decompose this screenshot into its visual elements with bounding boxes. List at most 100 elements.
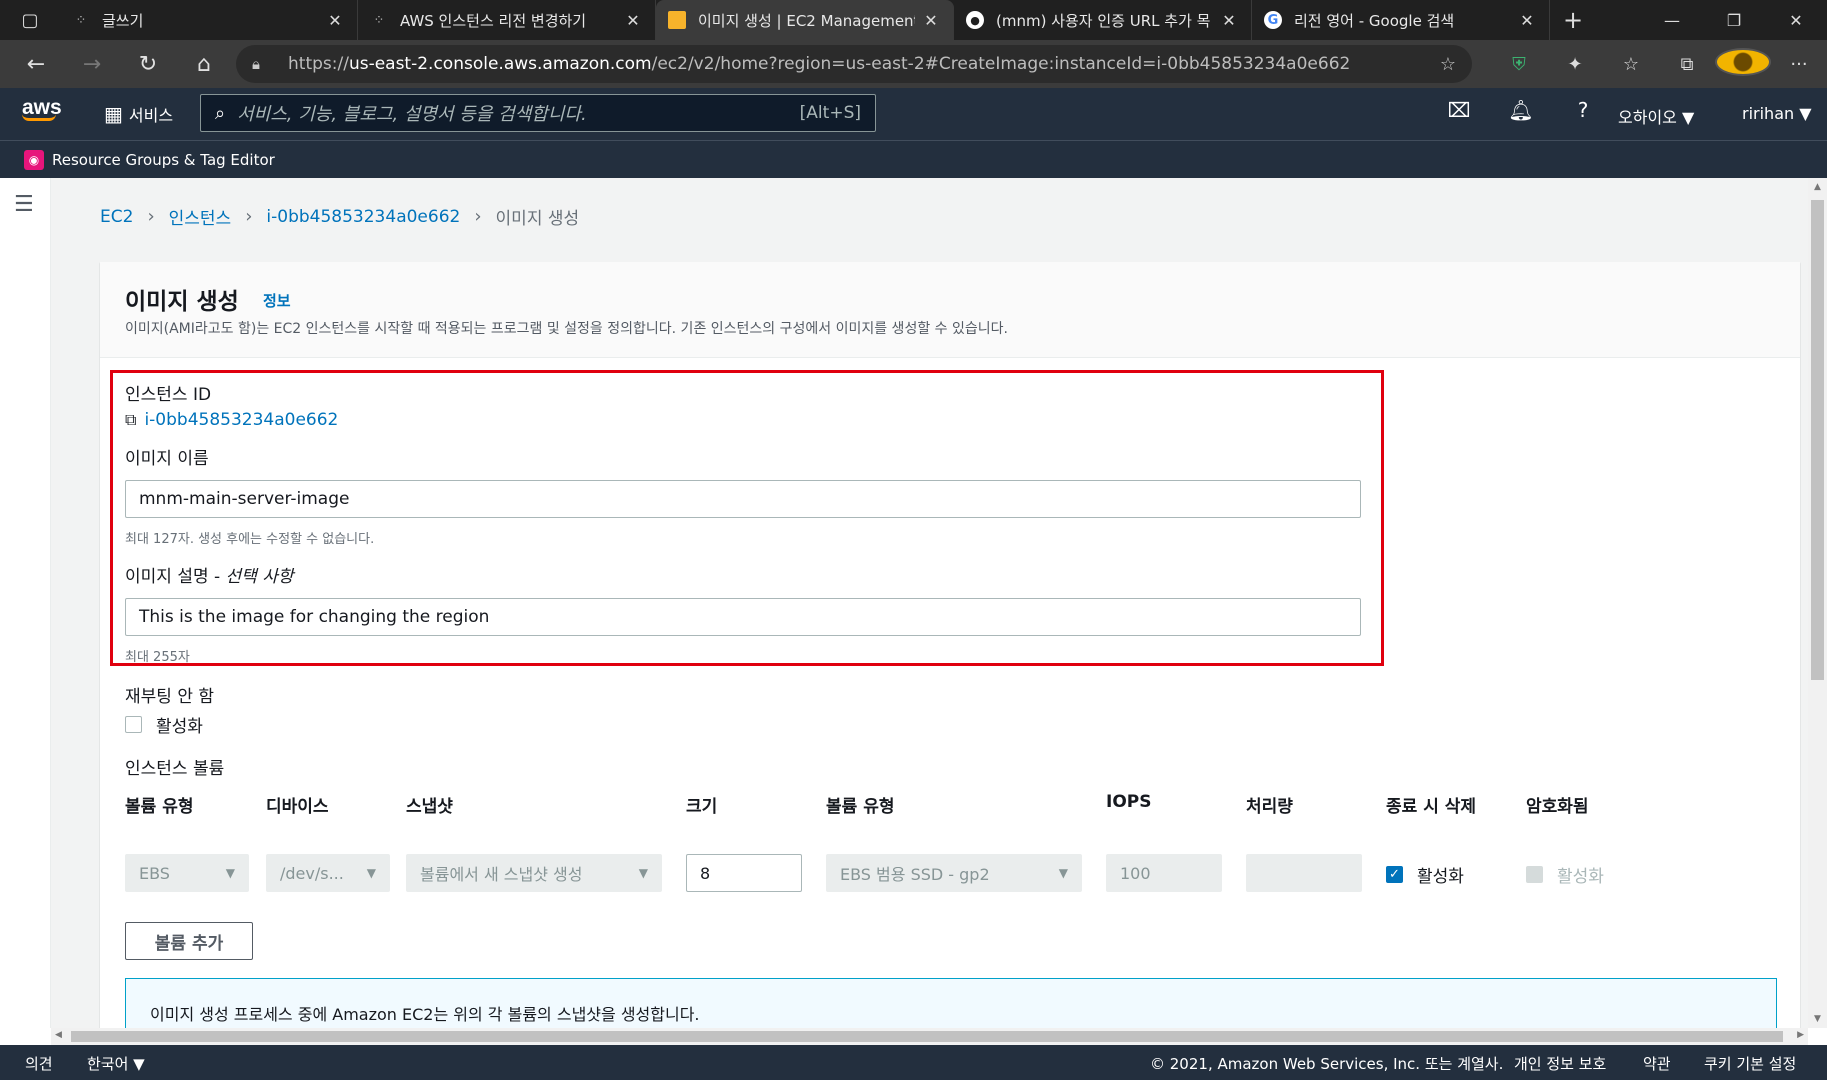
tab-title: 리전 영어 - Google 검색 <box>1294 11 1455 30</box>
breadcrumb-ec2[interactable]: EC2 <box>100 207 133 227</box>
close-tab-icon[interactable]: ✕ <box>921 11 941 30</box>
snapshot-value: 볼륨에서 새 스냅샷 생성 <box>420 865 583 884</box>
scroll-right-icon[interactable]: ▶ <box>1797 1030 1804 1040</box>
search-input[interactable]: ⌕ 서비스, 기능, 블로그, 설명서 등을 검색합니다. [Alt+S] <box>200 94 876 132</box>
extensions-icon[interactable]: ✦ <box>1547 54 1603 75</box>
browser-tab[interactable]: ● (mnm) 사용자 인증 URL 추가 목 ✕ <box>954 0 1252 40</box>
close-tab-icon[interactable]: ✕ <box>1219 11 1239 30</box>
create-image-panel: 이미지 생성 정보 이미지(AMI라고도 함)는 EC2 인스턴스를 시작할 때… <box>100 262 1800 1028</box>
iops-input[interactable]: 100 <box>1106 854 1222 892</box>
add-volume-button[interactable]: 볼륨 추가 <box>125 922 253 960</box>
google-favicon-icon: G <box>1264 11 1282 29</box>
scroll-left-icon[interactable]: ◀ <box>55 1030 62 1040</box>
copy-icon[interactable]: ⧉ <box>125 410 136 430</box>
aws-footer: 의견 한국어 ▼ © 2021, Amazon Web Services, In… <box>0 1045 1827 1080</box>
scroll-down-icon[interactable]: ▼ <box>1808 1014 1827 1024</box>
horizontal-scrollbar[interactable]: ◀ ▶ <box>51 1028 1808 1045</box>
cookie-preferences-link[interactable]: 쿠키 기본 설정 <box>1704 1053 1796 1074</box>
favorites-icon[interactable]: ☆ <box>1603 54 1659 75</box>
terms-link[interactable]: 약관 <box>1643 1053 1671 1074</box>
col-delete-on-termination: 종료 시 삭제 <box>1386 797 1477 817</box>
forward-icon[interactable]: → <box>64 52 120 77</box>
breadcrumb-instance-id[interactable]: i-0bb45853234a0e662 <box>266 207 460 227</box>
url-prefix: https:// <box>288 54 349 74</box>
col-iops: IOPS <box>1106 792 1152 812</box>
info-link[interactable]: 정보 <box>263 290 291 311</box>
close-tab-icon[interactable]: ✕ <box>1517 11 1537 30</box>
tab-title: AWS 인스턴스 리전 변경하기 <box>400 11 587 30</box>
resource-groups-link[interactable]: Resource Groups & Tag Editor <box>52 151 275 169</box>
add-favorite-icon[interactable]: ☆ <box>1440 54 1456 75</box>
back-icon[interactable]: ← <box>8 52 64 77</box>
aws-logo[interactable]: aws <box>22 96 62 121</box>
notifications-icon[interactable]: 🔔︎ <box>1490 98 1552 122</box>
caret-down-icon: ▼ <box>366 866 376 880</box>
no-reboot-checkbox[interactable] <box>125 716 142 733</box>
feedback-link[interactable]: 의견 <box>25 1053 53 1074</box>
vertical-scroll-thumb[interactable] <box>1811 200 1824 680</box>
region-selector[interactable]: 오하이오 ▼ <box>1618 104 1694 128</box>
image-description-input[interactable]: This is the image for changing the regio… <box>125 598 1361 636</box>
throughput-input[interactable] <box>1246 854 1362 892</box>
collections-icon[interactable]: ⧉ <box>1659 54 1715 75</box>
browser-tab[interactable]: ⁘ AWS 인스턴스 리전 변경하기 ✕ <box>358 0 656 40</box>
services-menu[interactable]: ▦ 서비스 <box>104 102 173 126</box>
no-reboot-checkbox-row[interactable]: 활성화 <box>125 712 203 737</box>
reload-icon[interactable]: ↻ <box>120 52 176 77</box>
cloudshell-icon[interactable]: ⌧ <box>1428 98 1490 122</box>
ebs-type-select[interactable]: EBS 범용 SSD - gp2 ▼ <box>826 854 1082 892</box>
privacy-link[interactable]: 개인 정보 보호 <box>1514 1053 1606 1074</box>
caret-down-icon: ▼ <box>225 866 235 880</box>
menu-icon[interactable]: ☰ <box>14 192 34 217</box>
col-snapshot: 스냅샷 <box>406 797 453 817</box>
profile-avatar[interactable] <box>1715 47 1771 81</box>
browser-tab[interactable]: ⁘ 글쓰기 ✕ <box>60 0 358 40</box>
instance-id-link[interactable]: i-0bb45853234a0e662 <box>144 410 338 430</box>
info-alert-text: 이미지 생성 프로세스 중에 Amazon EC2는 위의 각 볼륨의 스냅샷을… <box>150 1005 700 1024</box>
browser-tab-strip: ▢ ⁘ 글쓰기 ✕ ⁘ AWS 인스턴스 리전 변경하기 ✕ 이미지 생성 | … <box>0 0 1827 40</box>
size-input[interactable]: 8 <box>686 854 802 892</box>
image-name-input[interactable]: mnm-main-server-image <box>125 480 1361 518</box>
minimize-icon[interactable]: — <box>1641 0 1703 40</box>
tab-actions-icon[interactable]: ▢ <box>0 0 60 40</box>
delete-on-termination-row[interactable]: ✓ 활성화 <box>1386 862 1464 887</box>
language-selector[interactable]: 한국어 ▼ <box>87 1053 145 1074</box>
vertical-scrollbar[interactable]: ▲ ▼ <box>1808 178 1827 1028</box>
blog-favicon-icon: ⁘ <box>373 12 385 28</box>
home-icon[interactable]: ⌂ <box>176 52 232 77</box>
instance-id-row: ⧉ i-0bb45853234a0e662 <box>125 410 338 430</box>
chevron-right-icon: › <box>147 206 155 227</box>
close-tab-icon[interactable]: ✕ <box>325 11 345 30</box>
breadcrumb-instances[interactable]: 인스턴스 <box>169 204 232 229</box>
resource-groups-icon: ◉ <box>24 149 44 170</box>
horizontal-scroll-thumb[interactable] <box>71 1031 1783 1042</box>
browser-tab[interactable]: G 리전 영어 - Google 검색 ✕ <box>1252 0 1550 40</box>
chevron-right-icon: › <box>245 206 253 227</box>
caret-down-icon: ▼ <box>638 866 648 880</box>
main-content: EC2 › 인스턴스 › i-0bb45853234a0e662 › 이미지 생… <box>51 178 1808 1028</box>
help-icon[interactable]: ? <box>1552 98 1614 122</box>
delete-on-termination-checkbox[interactable]: ✓ <box>1386 866 1403 883</box>
browser-tab-active[interactable]: 이미지 생성 | EC2 Management C ✕ <box>656 0 954 40</box>
user-menu[interactable]: ririhan ▼ <box>1742 104 1812 123</box>
close-tab-icon[interactable]: ✕ <box>623 11 643 30</box>
scroll-up-icon[interactable]: ▲ <box>1808 182 1827 192</box>
device-value: /dev/s... <box>280 863 344 883</box>
grid-icon: ▦ <box>104 102 123 126</box>
breadcrumb-current: 이미지 생성 <box>495 209 580 229</box>
col-volume-type: 볼륨 유형 <box>125 797 194 817</box>
restore-icon[interactable]: ❐ <box>1703 0 1765 40</box>
close-window-icon[interactable]: ✕ <box>1765 0 1827 40</box>
device-select[interactable]: /dev/s... ▼ <box>266 854 390 892</box>
ebs-type-value: EBS 범용 SSD - gp2 <box>840 865 990 884</box>
image-name-hint: 최대 127자. 생성 후에는 수정할 수 없습니다. <box>125 532 375 547</box>
volume-type-select[interactable]: EBS ▼ <box>125 854 249 892</box>
search-icon: ⌕ <box>215 102 226 124</box>
snapshot-select[interactable]: 볼륨에서 새 스냅샷 생성 ▼ <box>406 854 662 892</box>
more-icon[interactable]: ··· <box>1771 54 1827 75</box>
shield-extension-icon[interactable]: ⛨ <box>1491 54 1547 75</box>
lock-icon[interactable]: 🔒︎ <box>252 55 276 73</box>
address-bar[interactable]: 🔒︎ https://us-east-2.console.aws.amazon.… <box>236 45 1472 83</box>
no-reboot-label: 재부팅 안 함 <box>125 687 215 707</box>
new-tab-icon[interactable]: + <box>1550 0 1596 40</box>
